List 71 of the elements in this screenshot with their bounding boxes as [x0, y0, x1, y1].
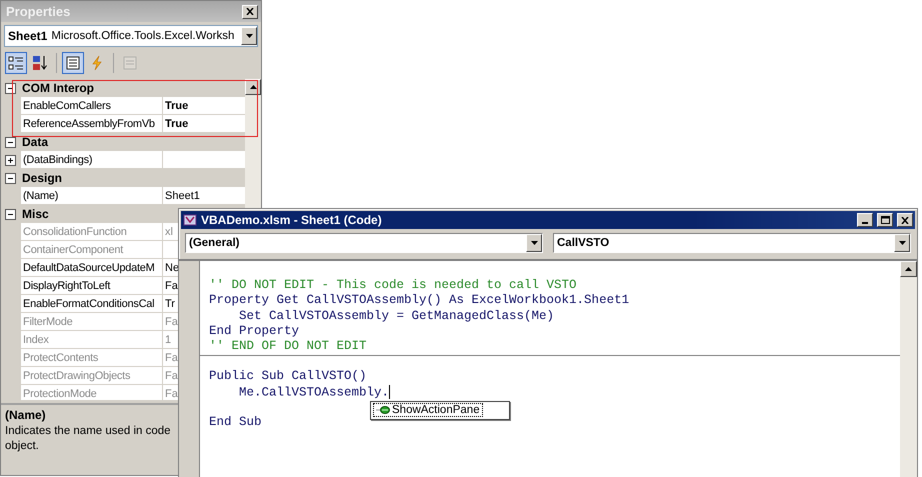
close-button[interactable]	[242, 4, 258, 18]
property-name[interactable]: (DataBindings)	[21, 151, 163, 168]
code-comment: '' DO NOT EDIT - This code is needed to call VSTO	[209, 278, 577, 292]
property-name[interactable]: EnableFormatConditionsCal	[21, 295, 163, 312]
object-dropdown[interactable]: (General)	[185, 233, 543, 253]
collapse-icon[interactable]	[5, 82, 16, 94]
close-button[interactable]	[897, 213, 913, 227]
up-arrow-icon	[250, 85, 256, 89]
category-name: Misc	[22, 207, 49, 221]
scroll-up-button[interactable]	[900, 261, 917, 277]
property-value: Fa	[165, 316, 178, 328]
property-name[interactable]: (Name)	[21, 187, 163, 204]
code-line: End Sub	[209, 415, 262, 430]
code-line: Property Get CallVSTOAssembly() As ExcelWorkbook1.Sheet1	[209, 293, 630, 308]
property-name[interactable]: ReferenceAssemblyFromVb	[21, 115, 163, 132]
down-arrow-icon	[530, 241, 538, 245]
property-value: Fa	[165, 388, 178, 400]
property-pages-icon	[122, 55, 138, 71]
dropdown-button[interactable]	[241, 27, 257, 45]
code-line: Public Sub CallVSTO()	[209, 369, 367, 384]
dropdown-button[interactable]	[894, 234, 910, 252]
property-name[interactable]: DisplayRightToLeft	[21, 277, 163, 294]
object-selector[interactable]: Sheet1 Microsoft.Office.Tools.Excel.Worksh	[4, 25, 258, 47]
scrollbar[interactable]	[900, 261, 917, 477]
property-value: Fa	[165, 370, 178, 382]
property-value: Fa	[165, 280, 178, 292]
down-arrow-icon	[246, 34, 252, 38]
property-value: Fa	[165, 352, 178, 364]
categorized-button[interactable]	[5, 52, 27, 74]
method-icon	[376, 405, 390, 416]
down-arrow-icon	[898, 241, 906, 245]
property-value: True	[165, 100, 188, 112]
category-name: Data	[22, 135, 48, 149]
code-editor[interactable]	[200, 261, 900, 477]
property-name[interactable]: EnableComCallers	[21, 97, 163, 114]
object-name: Sheet1	[8, 29, 48, 43]
object-type: Microsoft.Office.Tools.Excel.Worksh	[51, 30, 236, 42]
close-icon	[246, 8, 254, 15]
collapse-icon[interactable]	[5, 136, 16, 148]
property-value: Sheet1	[165, 190, 200, 202]
property-list-icon	[65, 55, 81, 71]
panel-title: Properties	[6, 4, 70, 19]
sort-icon	[32, 55, 48, 71]
property-value: 1	[165, 334, 172, 346]
collapse-icon[interactable]	[5, 172, 16, 184]
close-icon	[901, 216, 909, 224]
property-value: xl	[165, 226, 173, 238]
category-name: Design	[22, 171, 62, 185]
properties-button[interactable]	[62, 52, 84, 74]
code-line: Me.CallVSTOAssembly.	[238, 385, 390, 400]
dropdown-button[interactable]	[526, 234, 542, 252]
code-line: End Property	[209, 324, 300, 338]
property-value: Tr	[165, 298, 175, 310]
module-icon	[183, 213, 197, 227]
maximize-button[interactable]	[877, 213, 893, 227]
window-title: VBADemo.xlsm - Sheet1 (Code)	[201, 213, 383, 227]
minimize-button[interactable]	[857, 213, 873, 227]
property-value: True	[165, 118, 188, 130]
description-text: Indicates the name used in code object.	[5, 424, 172, 454]
description-title: (Name)	[5, 408, 46, 422]
property-name[interactable]: DefaultDataSourceUpdateM	[21, 259, 163, 276]
categorized-icon	[8, 55, 24, 71]
procedure-dropdown[interactable]: CallVSTO	[553, 233, 911, 253]
code-comment: '' END OF DO NOT EDIT	[209, 339, 367, 354]
completion-item[interactable]: ShowActionPane	[373, 403, 483, 418]
collapse-icon[interactable]	[5, 208, 16, 220]
maximize-icon	[880, 216, 890, 224]
up-arrow-icon	[905, 267, 912, 271]
expand-icon[interactable]	[5, 154, 16, 166]
category-name: COM Interop	[22, 81, 94, 95]
code-line: Set CallVSTOAssembly = GetManagedClass(Me)	[238, 308, 554, 323]
